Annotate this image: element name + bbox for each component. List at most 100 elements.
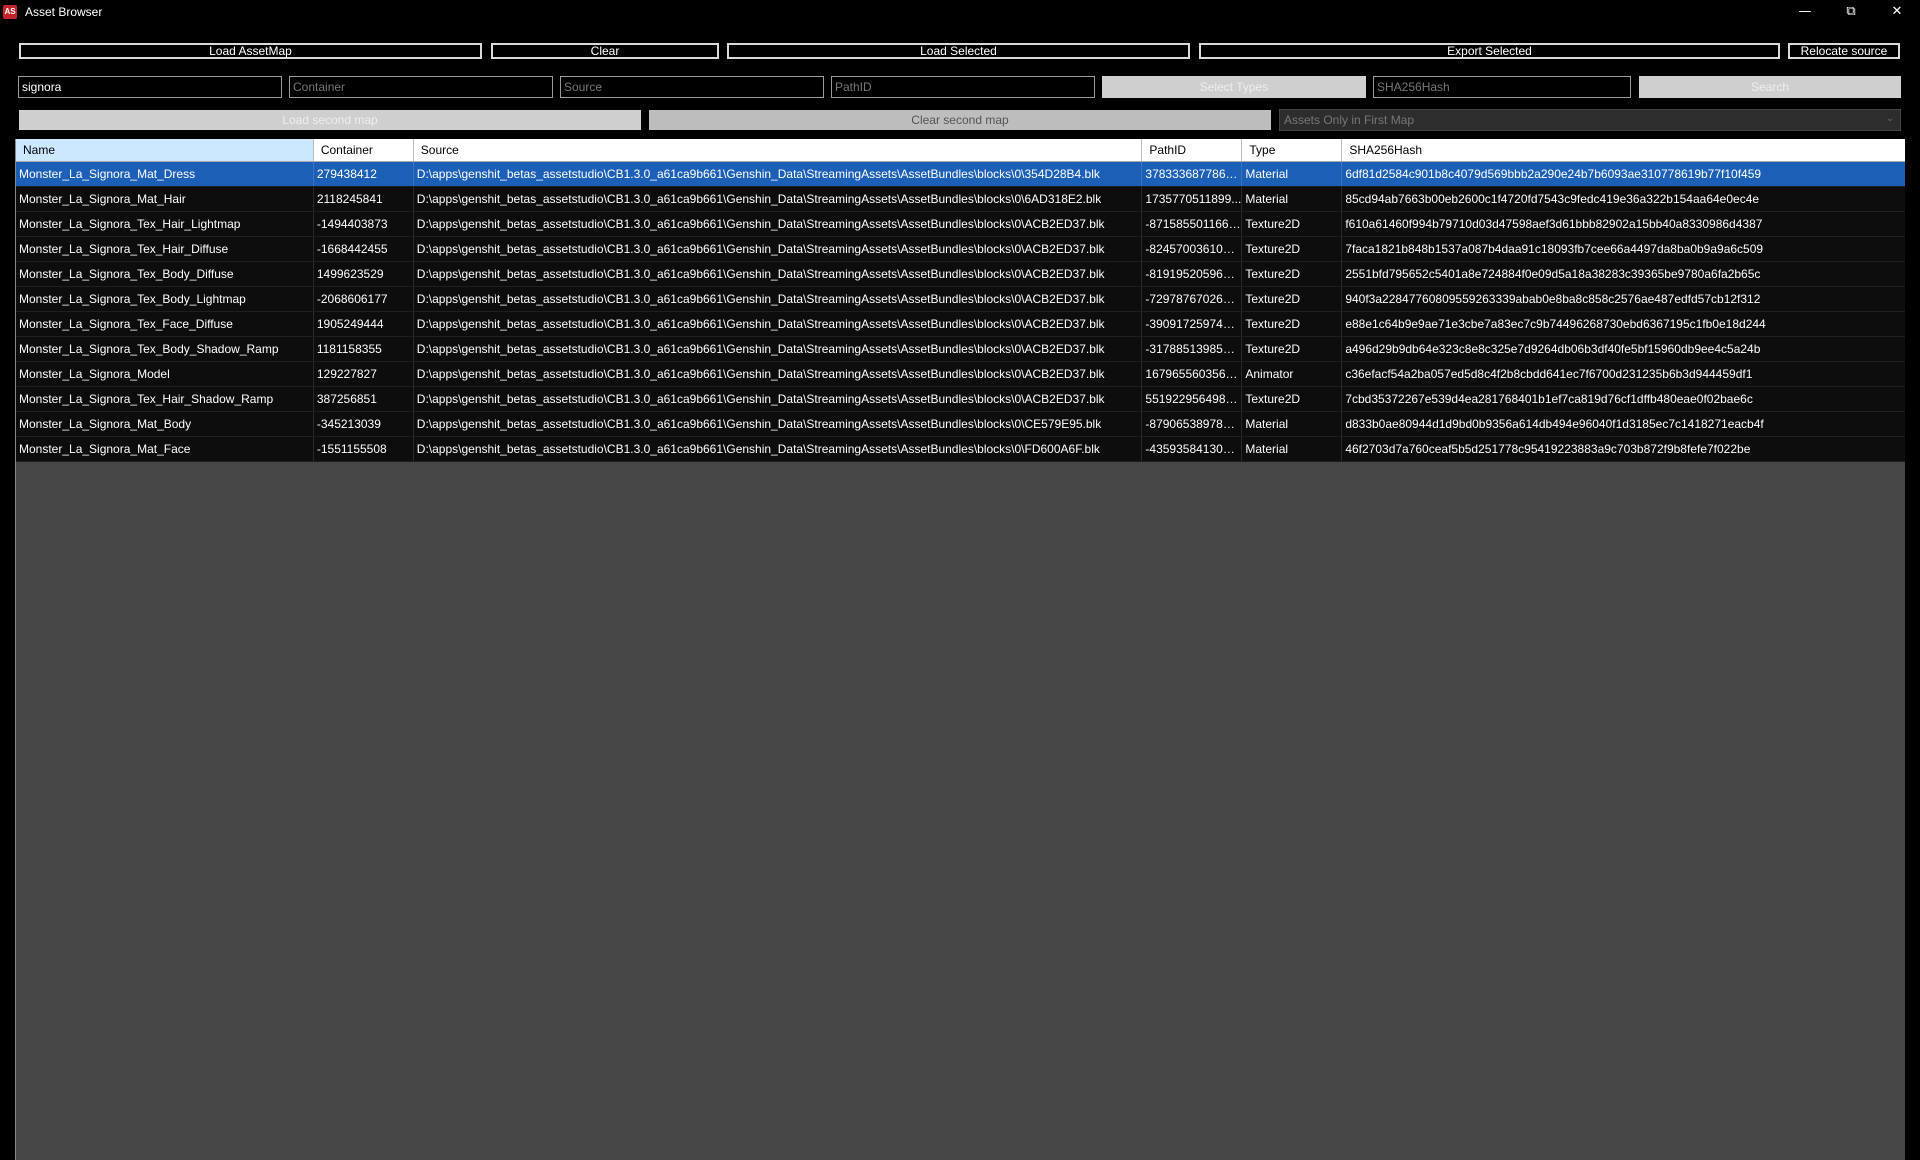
- table-row[interactable]: Monster_La_Signora_Mat_Face -1551155508 D:…: [16, 437, 1905, 462]
- cell-container[interactable]: 387256851: [314, 387, 414, 411]
- cell-source[interactable]: D:\apps\genshit_betas_assetstudio\CB1.3.…: [414, 387, 1143, 411]
- cell-type[interactable]: Texture2D: [1242, 237, 1343, 261]
- load-selected-button[interactable]: Load Selected: [727, 43, 1190, 59]
- cell-hash[interactable]: 940f3a22847760809559263339abab0e8ba8c858…: [1342, 287, 1905, 311]
- cell-source[interactable]: D:\apps\genshit_betas_assetstudio\CB1.3.…: [414, 187, 1143, 211]
- table-row[interactable]: Monster_La_Signora_Tex_Face_Diffuse 19052…: [16, 312, 1905, 337]
- cell-hash[interactable]: e88e1c64b9e9ae71e3cbe7a83ec7c9b744962687…: [1342, 312, 1905, 336]
- cell-hash[interactable]: 46f2703d7a760ceaf5b5d251778c95419223883a…: [1342, 437, 1905, 461]
- table-row[interactable]: Monster_La_Signora_Mat_Hair 2118245841 D:\…: [16, 187, 1905, 212]
- table-row[interactable]: Monster_La_Signora_Tex_Hair_Lightmap -149…: [16, 212, 1905, 237]
- cell-container[interactable]: 129227827: [314, 362, 414, 386]
- cell-hash[interactable]: a496d29b9db64e323c8e8c325e7d9264db06b3df…: [1342, 337, 1905, 361]
- table-row[interactable]: Monster_La_Signora_Tex_Body_Diffuse 14996…: [16, 262, 1905, 287]
- cell-container[interactable]: 2118245841: [314, 187, 414, 211]
- cell-name[interactable]: Monster_La_Signora_Tex_Hair_Lightmap: [16, 212, 314, 236]
- cell-container[interactable]: 1181158355: [314, 337, 414, 361]
- cell-pathid[interactable]: 5519229564981...: [1142, 387, 1243, 411]
- cell-name[interactable]: Monster_La_Signora_Tex_Body_Shadow_Ramp: [16, 337, 314, 361]
- cell-name[interactable]: Monster_La_Signora_Model: [16, 362, 314, 386]
- cell-name[interactable]: Monster_La_Signora_Mat_Hair: [16, 187, 314, 211]
- cell-type[interactable]: Material: [1242, 437, 1343, 461]
- cell-name[interactable]: Monster_La_Signora_Tex_Hair_Diffuse: [16, 237, 314, 261]
- container-filter-input[interactable]: [289, 76, 553, 98]
- cell-type[interactable]: Texture2D: [1242, 312, 1343, 336]
- cell-pathid[interactable]: -8191952059642...: [1142, 262, 1243, 286]
- cell-pathid[interactable]: 1679655603564...: [1142, 362, 1243, 386]
- cell-pathid[interactable]: -8245700361065...: [1142, 237, 1243, 261]
- cell-container[interactable]: -345213039: [314, 412, 414, 436]
- table-row[interactable]: Monster_La_Signora_Tex_Body_Shadow_Ramp 1…: [16, 337, 1905, 362]
- cell-hash[interactable]: f610a61460f994b79710d03d47598aef3d61bbb8…: [1342, 212, 1905, 236]
- cell-name[interactable]: Monster_La_Signora_Mat_Dress: [16, 162, 314, 186]
- table-row[interactable]: Monster_La_Signora_Model 129227827 D:\apps…: [16, 362, 1905, 387]
- cell-hash[interactable]: 85cd94ab7663b00eb2600c1f4720fd7543c9fedc…: [1342, 187, 1905, 211]
- cell-name[interactable]: Monster_La_Signora_Mat_Body: [16, 412, 314, 436]
- cell-type[interactable]: Texture2D: [1242, 387, 1343, 411]
- cell-name[interactable]: Monster_La_Signora_Tex_Body_Lightmap: [16, 287, 314, 311]
- cell-pathid[interactable]: -8790653897870...: [1142, 412, 1243, 436]
- cell-name[interactable]: Monster_La_Signora_Tex_Hair_Shadow_Ramp: [16, 387, 314, 411]
- cell-source[interactable]: D:\apps\genshit_betas_assetstudio\CB1.3.…: [414, 412, 1143, 436]
- cell-type[interactable]: Texture2D: [1242, 212, 1343, 236]
- cell-container[interactable]: -1668442455: [314, 237, 414, 261]
- column-header-source[interactable]: Source: [414, 139, 1143, 161]
- name-filter-input[interactable]: [18, 76, 282, 98]
- column-header-pathid[interactable]: PathID: [1142, 139, 1243, 161]
- cell-pathid[interactable]: 3783336877860...: [1142, 162, 1243, 186]
- asset-grid[interactable]: Name Container Source PathID Type SHA256…: [15, 139, 1905, 1160]
- cell-pathid[interactable]: -7297876702665...: [1142, 287, 1243, 311]
- cell-name[interactable]: Monster_La_Signora_Tex_Face_Diffuse: [16, 312, 314, 336]
- cell-container[interactable]: -1551155508: [314, 437, 414, 461]
- minimize-icon[interactable]: —: [1782, 0, 1828, 23]
- hash-filter-input[interactable]: [1373, 76, 1631, 98]
- cell-source[interactable]: D:\apps\genshit_betas_assetstudio\CB1.3.…: [414, 337, 1143, 361]
- column-header-container[interactable]: Container: [314, 139, 414, 161]
- cell-source[interactable]: D:\apps\genshit_betas_assetstudio\CB1.3.…: [414, 212, 1143, 236]
- cell-hash[interactable]: 7cbd35372267e539d4ea281768401b1ef7ca819d…: [1342, 387, 1905, 411]
- cell-type[interactable]: Material: [1242, 162, 1343, 186]
- cell-container[interactable]: 279438412: [314, 162, 414, 186]
- cell-source[interactable]: D:\apps\genshit_betas_assetstudio\CB1.3.…: [414, 437, 1143, 461]
- relocate-source-button[interactable]: Relocate source: [1788, 43, 1900, 59]
- cell-name[interactable]: Monster_La_Signora_Tex_Body_Diffuse: [16, 262, 314, 286]
- column-header-hash[interactable]: SHA256Hash: [1342, 139, 1905, 161]
- table-row[interactable]: Monster_La_Signora_Tex_Hair_Diffuse -1668…: [16, 237, 1905, 262]
- cell-source[interactable]: D:\apps\genshit_betas_assetstudio\CB1.3.…: [414, 287, 1143, 311]
- cell-pathid[interactable]: -3178851398526...: [1142, 337, 1243, 361]
- table-row[interactable]: Monster_La_Signora_Mat_Dress 279438412 D:\…: [16, 162, 1905, 187]
- cell-type[interactable]: Material: [1242, 412, 1343, 436]
- close-icon[interactable]: ✕: [1874, 0, 1920, 23]
- cell-pathid[interactable]: -4359358413001...: [1142, 437, 1243, 461]
- cell-type[interactable]: Texture2D: [1242, 287, 1343, 311]
- column-header-type[interactable]: Type: [1242, 139, 1343, 161]
- column-header-name[interactable]: Name: [16, 139, 314, 161]
- load-second-map-button[interactable]: Load second map: [19, 110, 641, 130]
- restore-icon[interactable]: ⧉: [1828, 0, 1874, 23]
- cell-hash[interactable]: 2551bfd795652c5401a8e724884f0e09d5a18a38…: [1342, 262, 1905, 286]
- cell-source[interactable]: D:\apps\genshit_betas_assetstudio\CB1.3.…: [414, 237, 1143, 261]
- cell-container[interactable]: 1499623529: [314, 262, 414, 286]
- cell-pathid[interactable]: -3909172597406...: [1142, 312, 1243, 336]
- cell-type[interactable]: Material: [1242, 187, 1343, 211]
- cell-pathid[interactable]: 1735770511899...: [1142, 187, 1243, 211]
- cell-hash[interactable]: 6df81d2584c901b8c4079d569bbb2a290e24b7b6…: [1342, 162, 1905, 186]
- cell-source[interactable]: D:\apps\genshit_betas_assetstudio\CB1.3.…: [414, 312, 1143, 336]
- pathid-filter-input[interactable]: [831, 76, 1095, 98]
- cell-hash[interactable]: c36efacf54a2ba057ed5d8c4f2b8cbdd641ec7f6…: [1342, 362, 1905, 386]
- search-button[interactable]: Search: [1639, 76, 1901, 98]
- cell-type[interactable]: Texture2D: [1242, 262, 1343, 286]
- cell-container[interactable]: 1905249444: [314, 312, 414, 336]
- source-filter-input[interactable]: [560, 76, 824, 98]
- table-row[interactable]: Monster_La_Signora_Tex_Body_Lightmap -206…: [16, 287, 1905, 312]
- cell-source[interactable]: D:\apps\genshit_betas_assetstudio\CB1.3.…: [414, 262, 1143, 286]
- table-row[interactable]: Monster_La_Signora_Tex_Hair_Shadow_Ramp 3…: [16, 387, 1905, 412]
- cell-type[interactable]: Texture2D: [1242, 337, 1343, 361]
- cell-source[interactable]: D:\apps\genshit_betas_assetstudio\CB1.3.…: [414, 362, 1143, 386]
- load-assetmap-button[interactable]: Load AssetMap: [19, 43, 482, 59]
- cell-container[interactable]: -1494403873: [314, 212, 414, 236]
- table-row[interactable]: Monster_La_Signora_Mat_Body -345213039 D:\…: [16, 412, 1905, 437]
- map-compare-select[interactable]: Assets Only in First Map ⌄: [1279, 109, 1901, 131]
- select-types-button[interactable]: Select Types: [1102, 76, 1366, 98]
- export-selected-button[interactable]: Export Selected: [1199, 43, 1780, 59]
